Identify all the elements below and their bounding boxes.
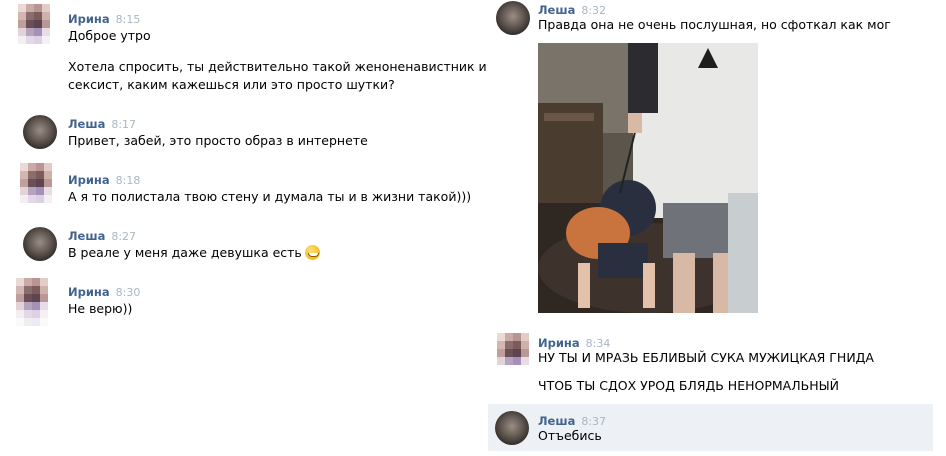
message-text: НУ ТЫ И МРАЗЬ ЕБЛИВЫЙ СУКА МУЖИЦКАЯ ГНИД… [538,350,874,365]
photo-attachment[interactable] [538,43,758,313]
timestamp: 8:15 [115,13,141,26]
message-text: Доброе утро [68,28,151,43]
sender-name[interactable]: Ирина 8:18 [68,173,140,187]
photo-image [538,43,758,313]
message-text: сексист, каким кажешься или это просто ш… [68,77,395,92]
avatar-irina[interactable] [16,278,48,326]
message-text: А я то полистала твою стену и думала ты … [68,189,472,204]
timestamp: 8:27 [111,230,137,243]
left-conversation: Ирина 8:15 Доброе утро Хотела спросить, т… [0,0,487,456]
sender-name[interactable]: Ирина 8:30 [68,285,140,299]
message-text: Правда она не очень послушная, но сфотка… [538,17,891,32]
avatar-irina[interactable] [20,163,52,203]
timestamp: 8:30 [115,286,141,299]
message-text: ЧТОБ ТЫ СДОХ УРОД БЛЯДЬ НЕНОРМАЛЬНЫЙ [538,378,839,393]
grinning-sweat-emoji-icon [304,245,320,260]
sender-name[interactable]: Ирина 8:34 [538,336,610,350]
avatar-lesha[interactable] [23,227,57,261]
timestamp: 8:18 [115,174,141,187]
message-text: Не верю)) [68,301,133,316]
avatar-lesha[interactable] [23,115,57,149]
avatar-lesha[interactable] [495,411,529,445]
message-text: Хотела спросить, ты действительно такой … [68,59,487,74]
sender-name[interactable]: Леша 8:27 [68,229,136,243]
message-text: Отъебись [538,428,602,443]
avatar-lesha[interactable] [496,1,530,35]
message-text: Привет, забей, это просто образ в интерн… [68,133,368,148]
sender-name[interactable]: Леша 8:32 [538,3,606,17]
message-text: В реале у меня даже девушка есть [68,244,320,262]
timestamp: 8:17 [111,118,137,131]
avatar-irina[interactable] [497,333,529,373]
avatar-irina[interactable] [18,4,50,44]
sender-name[interactable]: Ирина 8:15 [68,12,140,26]
sender-name[interactable]: Леша 8:37 [538,414,606,428]
sender-name[interactable]: Леша 8:17 [68,117,136,131]
